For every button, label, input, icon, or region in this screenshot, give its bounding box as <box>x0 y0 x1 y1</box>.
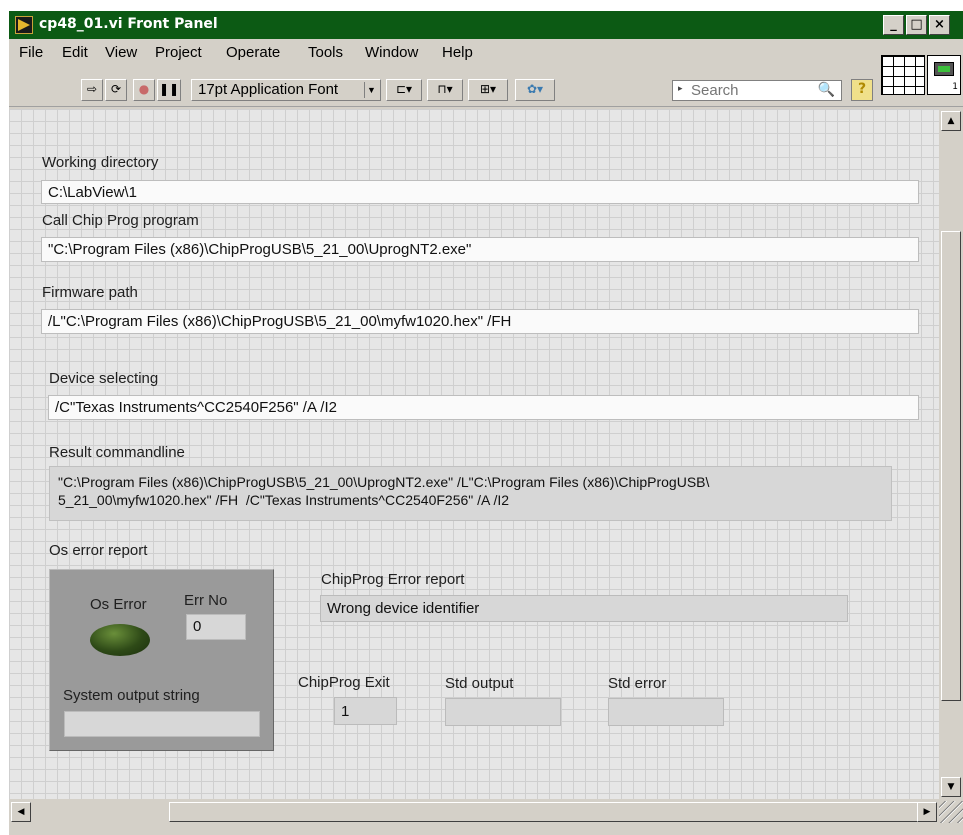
horizontal-scroll-thumb[interactable] <box>169 802 919 822</box>
menu-view[interactable]: View <box>105 44 137 61</box>
maximize-button[interactable]: □ <box>906 15 927 35</box>
std-output-indicator <box>445 698 561 726</box>
std-output-label: Std output <box>445 675 514 692</box>
reorder-icon[interactable]: ✿▾ <box>515 79 555 101</box>
firmware-path-input[interactable]: /L"C:\Program Files (x86)\ChipProgUSB\5_… <box>41 309 919 334</box>
vertical-scroll-thumb[interactable] <box>941 231 961 701</box>
os-error-report-label: Os error report <box>49 542 148 559</box>
result-commandline-indicator: "C:\Program Files (x86)\ChipProgUSB\5_21… <box>49 466 892 521</box>
call-chip-prog-input[interactable]: "C:\Program Files (x86)\ChipProgUSB\5_21… <box>41 237 919 262</box>
connector-pane-icon[interactable] <box>881 55 925 95</box>
run-arrow-icon[interactable]: ⇨ <box>81 79 103 101</box>
toolbar: ⇨ ⟳ ● ❚❚ 17pt Application Font ▼ ⊏▾ ⊓▾ ⊞… <box>9 71 963 107</box>
search-box[interactable]: ▸ 🔍 <box>672 80 842 101</box>
os-error-led-label: Os Error <box>90 596 147 613</box>
font-select[interactable]: 17pt Application Font ▼ <box>191 79 381 101</box>
horizontal-scrollbar[interactable]: ◀ ▶ <box>9 801 939 823</box>
font-select-value: 17pt Application Font <box>198 81 339 98</box>
scroll-up-icon[interactable]: ▲ <box>941 111 961 131</box>
chipprog-exit-indicator: 1 <box>334 697 397 725</box>
pause-icon[interactable]: ❚❚ <box>157 79 181 101</box>
device-selecting-input[interactable]: /C"Texas Instruments^CC2540F256" /A /I2 <box>48 395 919 420</box>
scroll-right-icon[interactable]: ▶ <box>917 802 937 822</box>
working-directory-label: Working directory <box>42 154 159 171</box>
scroll-down-icon[interactable]: ▼ <box>941 777 961 797</box>
front-panel: Working directory C:\LabView\1 Call Chip… <box>9 109 939 799</box>
run-continuously-icon[interactable]: ⟳ <box>105 79 127 101</box>
err-no-indicator: 0 <box>186 614 246 640</box>
working-directory-input[interactable]: C:\LabView\1 <box>41 180 919 204</box>
window-title: cp48_01.vi Front Panel <box>39 16 218 32</box>
menu-tools[interactable]: Tools <box>308 44 343 61</box>
chipprog-error-report-label: ChipProg Error report <box>321 571 465 588</box>
menu-project[interactable]: Project <box>155 44 202 61</box>
menu-bar: File Edit View Project Operate Tools Win… <box>9 41 963 65</box>
chipprog-error-report-indicator: Wrong device identifier <box>320 595 848 622</box>
abort-icon[interactable]: ● <box>133 79 155 101</box>
search-options-icon[interactable]: ▸ <box>678 84 683 94</box>
vi-front-panel-window: cp48_01.vi Front Panel _ □ × File Edit V… <box>8 10 963 835</box>
menu-operate[interactable]: Operate <box>226 44 280 61</box>
system-output-string-indicator <box>64 711 260 737</box>
std-error-indicator <box>608 698 724 726</box>
os-error-report-cluster: Os Error Err No 0 System output string <box>49 569 274 751</box>
resize-grip-icon[interactable] <box>939 801 963 823</box>
system-output-string-label: System output string <box>63 687 200 704</box>
call-chip-prog-label: Call Chip Prog program <box>42 212 199 229</box>
menu-file[interactable]: File <box>19 44 43 61</box>
chevron-down-icon: ▼ <box>364 82 378 98</box>
title-bar[interactable]: cp48_01.vi Front Panel _ □ × <box>9 11 963 39</box>
help-icon[interactable]: ? <box>851 79 873 101</box>
resize-icon[interactable]: ⊞▾ <box>468 79 508 101</box>
err-no-label: Err No <box>184 592 228 609</box>
result-commandline-label: Result commandline <box>49 444 185 461</box>
menu-help[interactable]: Help <box>442 44 473 61</box>
menu-window[interactable]: Window <box>365 44 418 61</box>
device-selecting-label: Device selecting <box>49 370 159 387</box>
search-input[interactable] <box>691 82 811 99</box>
menu-edit[interactable]: Edit <box>62 44 88 61</box>
close-button[interactable]: × <box>929 15 950 35</box>
minimize-button[interactable]: _ <box>883 15 904 35</box>
chipprog-exit-label: ChipProg Exit <box>298 674 390 691</box>
std-error-label: Std error <box>608 675 667 692</box>
vi-icon[interactable]: 1 <box>927 55 961 95</box>
scroll-left-icon[interactable]: ◀ <box>11 802 31 822</box>
align-icon[interactable]: ⊏▾ <box>386 79 422 101</box>
vertical-scrollbar[interactable]: ▲ ▼ <box>939 109 963 799</box>
search-icon[interactable]: 🔍 <box>818 82 835 98</box>
firmware-path-label: Firmware path <box>42 284 138 301</box>
labview-app-icon[interactable] <box>15 16 33 34</box>
os-error-led <box>90 624 150 656</box>
distribute-icon[interactable]: ⊓▾ <box>427 79 463 101</box>
